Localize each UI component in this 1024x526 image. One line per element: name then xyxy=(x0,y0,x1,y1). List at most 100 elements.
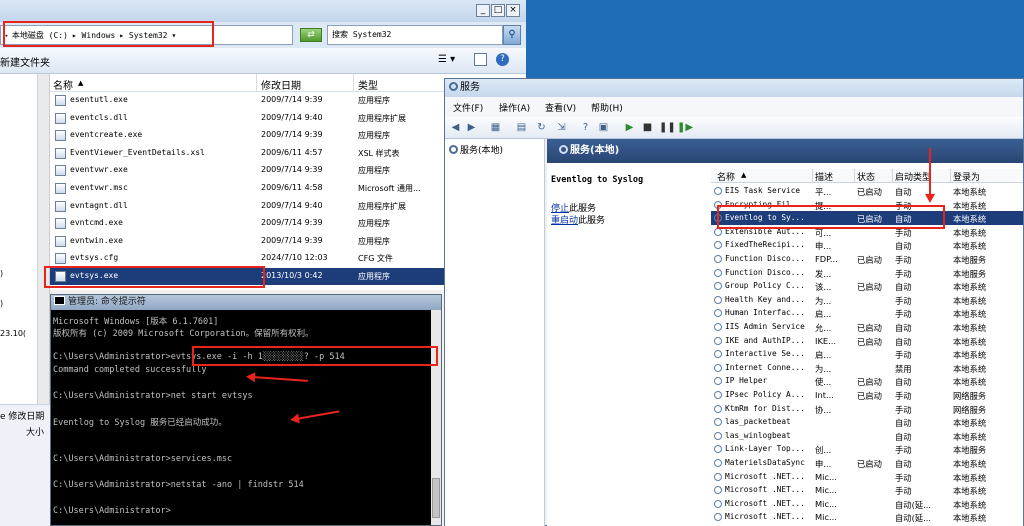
service-name: MaterielsDataSync xyxy=(725,458,805,467)
menu-action[interactable]: 操作(A) xyxy=(499,101,530,114)
column-type[interactable]: 类型 xyxy=(358,77,378,92)
column-status[interactable]: 状态 xyxy=(857,170,875,183)
new-folder-button[interactable]: 新建文件夹 xyxy=(0,54,50,69)
service-log-on-as: 本地系统 xyxy=(953,499,987,510)
menubar: 文件(F) 操作(A) 查看(V) 帮助(H) xyxy=(445,97,1023,117)
column-description[interactable]: 描述 xyxy=(815,170,833,183)
service-name: Microsoft .NET... xyxy=(725,498,805,508)
service-name: Microsoft .NET... xyxy=(725,512,805,522)
file-name: evtsys.cfg xyxy=(70,253,119,263)
menu-file[interactable]: 文件(F) xyxy=(453,101,483,114)
minimize-button[interactable]: _ xyxy=(476,4,490,17)
service-log-on-as: 本地系统 xyxy=(953,214,987,225)
service-name: IPsec Policy A... xyxy=(725,390,805,399)
forward-icon[interactable]: ▶ xyxy=(465,121,478,134)
search-input[interactable]: 搜索 System32 xyxy=(327,25,503,45)
column-modified[interactable]: 修改日期 xyxy=(261,77,301,92)
column-divider[interactable] xyxy=(892,169,893,183)
navigation-scrollbar[interactable] xyxy=(38,74,50,404)
service-row[interactable]: IKE and AuthIP... IKE... 已启动 自动 本地系统 xyxy=(711,334,1023,348)
back-icon[interactable]: ◀ xyxy=(449,121,462,134)
tree-item-services-local[interactable]: 服务(本地) xyxy=(449,143,503,156)
service-row[interactable]: MaterielsDataSync 申... 已启动 自动 本地系统 xyxy=(711,456,1023,470)
service-name: EIS Task Service xyxy=(725,186,801,195)
close-button[interactable]: × xyxy=(506,4,520,17)
service-log-on-as: 网络服务 xyxy=(953,391,987,401)
column-startup-type[interactable]: 启动类型 xyxy=(895,170,931,183)
service-row[interactable]: Human Interfac... 启... 手动 本地系统 xyxy=(711,306,1023,320)
service-description: Mic... xyxy=(815,485,837,496)
preview-pane-icon[interactable] xyxy=(474,53,487,66)
service-description: Int... xyxy=(815,390,834,400)
restart-service-link[interactable]: 重启动此服务 xyxy=(551,213,605,226)
service-startup-type: 自动 xyxy=(895,336,912,347)
pause-service-icon[interactable]: ❚❚ xyxy=(659,121,676,134)
file-type: 应用程序 xyxy=(358,272,390,281)
restart-service-icon[interactable]: ❚▶ xyxy=(677,121,693,134)
service-name: las_packetbeat xyxy=(725,417,791,427)
service-row[interactable]: Group Policy C... 该... 已启动 自动 本地系统 xyxy=(711,279,1023,293)
refresh-button[interactable]: ⇄ xyxy=(300,28,322,42)
service-log-on-as: 本地系统 xyxy=(953,323,987,333)
service-name: las_winlogbeat xyxy=(725,430,791,440)
service-row[interactable]: IP Helper 使... 已启动 自动 本地系统 xyxy=(711,374,1023,388)
service-row[interactable]: Microsoft .NET... Mic... 自动(延... 本地系统 xyxy=(711,510,1023,524)
cmd-scrollbar-thumb[interactable] xyxy=(432,478,440,518)
file-date: 2013/10/3 0:42 xyxy=(261,271,323,280)
column-divider[interactable] xyxy=(353,74,354,92)
cmd-scrollbar[interactable] xyxy=(431,310,441,525)
service-row[interactable]: Interactive Se... 启... 手动 本地系统 xyxy=(711,347,1023,361)
column-name[interactable]: 名称 xyxy=(53,77,73,92)
column-divider[interactable] xyxy=(812,169,813,183)
service-startup-type: 自动 xyxy=(895,241,912,252)
service-row[interactable]: las_winlogbeat 自动 本地系统 xyxy=(711,429,1023,443)
service-row[interactable]: Function Disco... 发... 手动 本地服务 xyxy=(711,266,1023,280)
cmd-line: Command completed successfully xyxy=(53,365,207,375)
service-row[interactable]: IPsec Policy A... Int... 已启动 手动 网络服务 xyxy=(711,388,1023,402)
file-icon xyxy=(55,218,66,230)
service-status: 已启动 xyxy=(857,391,882,401)
cmd-line: C:\Users\Administrator>net start evtsys xyxy=(53,391,253,401)
service-row[interactable]: las_packetbeat 自动 本地系统 xyxy=(711,415,1023,429)
service-row[interactable]: IIS Admin Service 允... 已启动 自动 本地系统 xyxy=(711,320,1023,334)
menu-help[interactable]: 帮助(H) xyxy=(591,101,623,114)
help-icon[interactable]: ? xyxy=(579,121,592,134)
service-row[interactable]: Microsoft .NET... Mic... 手动 本地系统 xyxy=(711,470,1023,484)
service-row[interactable]: KtmRm for Dist... 协... 手动 网络服务 xyxy=(711,402,1023,416)
service-startup-type: 手动 xyxy=(895,404,912,415)
column-name[interactable]: 名称 xyxy=(717,170,735,183)
service-row[interactable]: FixedTheRecipi... 申... 自动 本地系统 xyxy=(711,238,1023,252)
service-log-on-as: 本地系统 xyxy=(953,513,987,524)
start-service-icon[interactable]: ▶ xyxy=(623,121,636,134)
service-log-on-as: 本地系统 xyxy=(953,200,987,211)
maximize-button[interactable]: □ xyxy=(491,4,505,17)
properties-icon[interactable]: ▤ xyxy=(515,121,528,134)
command-prompt-window[interactable]: 管理员: 命令提示符 Microsoft Windows [版本 6.1.760… xyxy=(50,294,442,526)
restart-link-text[interactable]: 重启动 xyxy=(551,216,578,226)
column-divider[interactable] xyxy=(854,169,855,183)
service-startup-type: 自动 xyxy=(895,187,912,197)
service-row[interactable]: Internet Conne... 为... 禁用 本地系统 xyxy=(711,361,1023,375)
help-icon[interactable]: ? xyxy=(496,53,509,66)
show-tree-icon[interactable]: ▦ xyxy=(489,121,502,134)
view-options-icon[interactable]: ☰ ▾ xyxy=(438,54,455,65)
sort-ascending-icon: ▲ xyxy=(78,79,84,87)
column-log-on-as[interactable]: 登录为 xyxy=(953,170,980,183)
service-row[interactable]: Function Disco... FDP... 已启动 手动 本地服务 xyxy=(711,252,1023,266)
refresh-icon[interactable]: ↻ xyxy=(535,121,548,134)
service-row[interactable]: Microsoft .NET... Mic... 手动 本地系统 xyxy=(711,483,1023,497)
service-row[interactable]: Microsoft .NET... Mic... 自动(延... 本地系统 xyxy=(711,497,1023,511)
service-row[interactable]: Health Key and... 为... 手动 本地系统 xyxy=(711,293,1023,307)
file-date: 2009/7/14 9:40 xyxy=(261,112,323,122)
highlight-eventlog-service xyxy=(717,205,945,229)
service-row[interactable]: EIS Task Service 平... 已启动 自动 本地系统 xyxy=(711,184,1023,198)
column-divider[interactable] xyxy=(950,169,951,183)
file-name: evntagnt.dll xyxy=(70,200,128,210)
service-row[interactable]: Link-Layer Top... 创... 手动 本地服务 xyxy=(711,442,1023,456)
search-icon[interactable]: ⚲ xyxy=(503,25,521,45)
menu-view[interactable]: 查看(V) xyxy=(545,101,576,114)
export-icon[interactable]: ⇲ xyxy=(555,121,568,134)
stop-service-icon[interactable]: ■ xyxy=(641,121,654,134)
column-divider[interactable] xyxy=(256,74,257,92)
console-icon[interactable]: ▣ xyxy=(597,121,610,134)
